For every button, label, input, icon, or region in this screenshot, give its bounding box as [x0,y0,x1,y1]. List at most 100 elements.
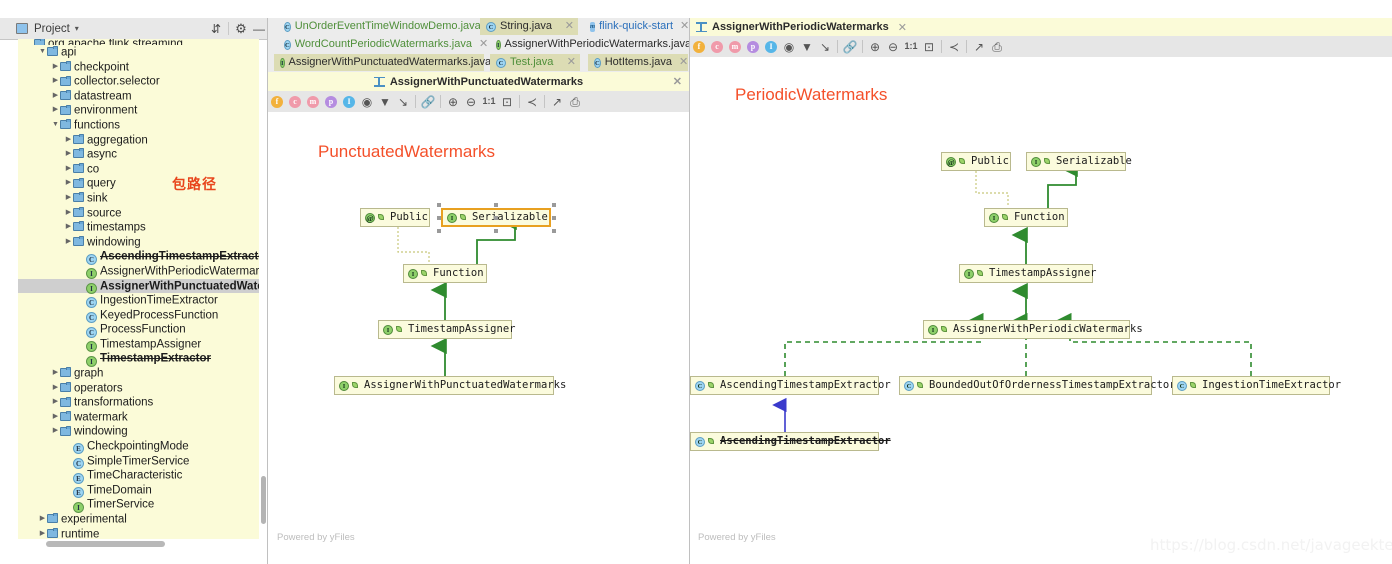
uml-node-timestampassigner[interactable]: I TimestampAssigner [959,264,1096,283]
uml-node-ingestiontimeextractor[interactable]: C IngestionTimeExtractor [1172,376,1341,395]
tree-node-api[interactable]: ▼ api [18,45,259,60]
right_editor.toolbar-method-filter-icon[interactable]: m [726,36,744,57]
right_editor.toolbar-constructor-filter-icon[interactable]: c [708,36,726,57]
tree-node-timerservice[interactable]: ▶ITimerService [18,497,259,513]
tree-expand-arrow-closed[interactable]: ▶ [51,74,60,89]
gear-icon[interactable]: ⚙ [232,21,250,37]
right_editor.toolbar-zoom-in-icon[interactable]: ⊕ [866,36,884,57]
tree-node-simpletimerservice[interactable]: ▶CSimpleTimerService [18,454,259,469]
tree-node-windowing[interactable]: ▶ windowing [18,235,259,250]
tree-expand-arrow-closed[interactable]: ▶ [51,103,60,118]
left_editor.toolbar-edge-style-icon[interactable]: ↘ [394,91,412,112]
tree-expand-arrow-closed[interactable]: ▶ [51,366,60,381]
left_editor.toolbar-print-icon[interactable]: ⎙ [566,91,584,112]
left_editor.toolbar-export-icon[interactable]: ↗ [548,91,566,112]
tree-node-source[interactable]: ▶ source [18,206,259,221]
left_editor.toolbar-show-dependencies-icon[interactable]: 🔗 [419,91,437,112]
tree-node-timestamps[interactable]: ▶ timestamps [18,220,259,235]
selection-handle[interactable] [552,229,556,233]
tree-node-transformations[interactable]: ▶ transformations [18,395,259,410]
selection-handle[interactable] [552,216,556,220]
tree-node-timestampassigner[interactable]: ▶ITimestampAssigner [18,337,259,353]
left_editor.toolbar-field-filter-icon[interactable]: f [268,91,286,112]
right_editor.toolbar-filter-icon[interactable]: ▼ [798,36,816,57]
selection-handle[interactable] [494,203,498,207]
editor-tab-test-java[interactable]: C Test.java ✕ [490,54,580,71]
tree-expand-arrow-closed[interactable]: ▶ [64,206,73,221]
tree-node-processfunction[interactable]: ▶CProcessFunction [18,322,259,338]
close-icon[interactable]: ✕ [479,36,488,53]
project-tree[interactable]: ▶org.apache.flink.streaming▼api▶checkpoi… [18,39,259,539]
left_editor.toolbar-layout-icon[interactable]: ≺ [523,91,541,112]
tree-expand-arrow-closed[interactable]: ▶ [51,395,60,410]
uml-node-public[interactable]: @ Public [360,208,430,227]
editor-tab-string-java[interactable]: C String.java ✕ [480,18,578,35]
tree-node-ingestiontimeextractor[interactable]: ▶CIngestionTimeExtractor [18,293,259,309]
right_editor.toolbar-actual-size-icon[interactable]: 1:1 [902,36,920,57]
left_editor.toolbar-property-filter-icon[interactable]: p [322,91,340,112]
editor-tab-assignerwithperiodicwatermarks-java[interactable]: IAssignerWithPeriodicWatermarks.java✕ [490,36,707,53]
tree-node-checkpoint[interactable]: ▶ checkpoint [18,60,259,75]
tree-node-aggregation[interactable]: ▶ aggregation [18,133,259,148]
tree-expand-arrow-closed[interactable]: ▶ [51,60,60,75]
tree-node-windowing[interactable]: ▶ windowing [18,424,259,439]
right-diagram-canvas[interactable]: PeriodicWatermarks @ Public I Serializab… [690,57,1392,564]
chevron-down-icon[interactable]: ▾ [75,24,79,33]
left-diagram-tab[interactable]: AssignerWithPunctuatedWatermarks ✕ [268,72,689,92]
tree-expand-arrow-open[interactable]: ▼ [51,118,60,133]
left_editor.toolbar-method-filter-icon[interactable]: m [304,91,322,112]
right_editor.toolbar-layout-icon[interactable]: ≺ [945,36,963,57]
tree-node-operators[interactable]: ▶ operators [18,381,259,396]
tree-expand-arrow-closed[interactable]: ▶ [64,162,73,177]
tree-expand-arrow-closed[interactable]: ▶ [64,176,73,191]
tree-expand-arrow-closed[interactable]: ▶ [38,527,47,539]
tree-node-timestampextractor[interactable]: ▶ITimestampExtractor [18,351,259,367]
selection-handle[interactable] [494,216,498,220]
left_editor.toolbar-zoom-in-icon[interactable]: ⊕ [444,91,462,112]
uml-node-function[interactable]: I Function [984,208,1068,227]
tree-node-query[interactable]: ▶ query [18,176,259,191]
close-icon[interactable]: ✕ [567,54,576,71]
tree-expand-arrow-closed[interactable]: ▶ [51,381,60,396]
right_editor.toolbar-zoom-out-icon[interactable]: ⊖ [884,36,902,57]
uml-node-ascendingtimestampextractor[interactable]: C AscendingTimestampExtractor [690,376,891,395]
left_editor.toolbar-constructor-filter-icon[interactable]: c [286,91,304,112]
uml-node-boundedoutofordernesstimestampextractor[interactable]: C BoundedOutOfOrdernessTimestampExtractor [899,376,1176,395]
selection-handle[interactable] [437,216,441,220]
selection-handle[interactable] [437,229,441,233]
tree-node-timecharacteristic[interactable]: ▶ETimeCharacteristic [18,468,259,484]
project-tree-horizontal-scrollbar[interactable] [46,541,165,547]
close-icon[interactable]: ✕ [898,21,907,34]
tree-expand-arrow-closed[interactable]: ▶ [64,220,73,235]
tree-node-sink[interactable]: ▶ sink [18,191,259,206]
tree-node-collector-selector[interactable]: ▶ collector.selector [18,74,259,89]
right_editor.toolbar-edge-style-icon[interactable]: ↘ [816,36,834,57]
tree-node-async[interactable]: ▶ async [18,147,259,162]
tree-node-runtime[interactable]: ▶ runtime [18,527,259,539]
right_editor.toolbar-show-dependencies-icon[interactable]: 🔗 [841,36,859,57]
left_editor.toolbar-filter-icon[interactable]: ▼ [376,91,394,112]
project-tree-vertical-scrollbar[interactable] [261,476,266,524]
left_editor.toolbar-zoom-out-icon[interactable]: ⊖ [462,91,480,112]
tree-node-checkpointingmode[interactable]: ▶ECheckpointingMode [18,439,259,455]
tree-node-co[interactable]: ▶ co [18,162,259,177]
uml-node-timestampassigner[interactable]: I TimestampAssigner [378,320,515,339]
right_editor.toolbar-visibility-icon[interactable]: ◉ [780,36,798,57]
close-icon[interactable]: ✕ [565,18,574,35]
uml-node-function[interactable]: I Function [403,264,487,283]
tree-node-ascendingtimestampextractor[interactable]: ▶CAscendingTimestampExtractor [18,249,259,265]
tree-expand-arrow-closed[interactable]: ▶ [51,424,60,439]
selection-handle[interactable] [494,229,498,233]
right_editor.toolbar-print-icon[interactable]: ⎙ [988,36,1006,57]
collapse-all-button[interactable]: ⇵ [207,22,225,36]
close-icon[interactable]: ✕ [680,18,689,35]
tree-expand-arrow-closed[interactable]: ▶ [64,235,73,250]
tree-node-watermark[interactable]: ▶ watermark [18,410,259,425]
uml-node-assignerwithpunctuatedwatermarks[interactable]: I AssignerWithPunctuatedWatermarks [334,376,566,395]
left_editor.toolbar-fit-content-icon[interactable]: ⊡ [498,91,516,112]
uml-node-public[interactable]: @ Public [941,152,1011,171]
tree-expand-arrow-closed[interactable]: ▶ [64,191,73,206]
right_editor.toolbar-property-filter-icon[interactable]: p [744,36,762,57]
tree-expand-arrow-closed[interactable]: ▶ [51,89,60,104]
tree-node-experimental[interactable]: ▶ experimental [18,512,259,527]
